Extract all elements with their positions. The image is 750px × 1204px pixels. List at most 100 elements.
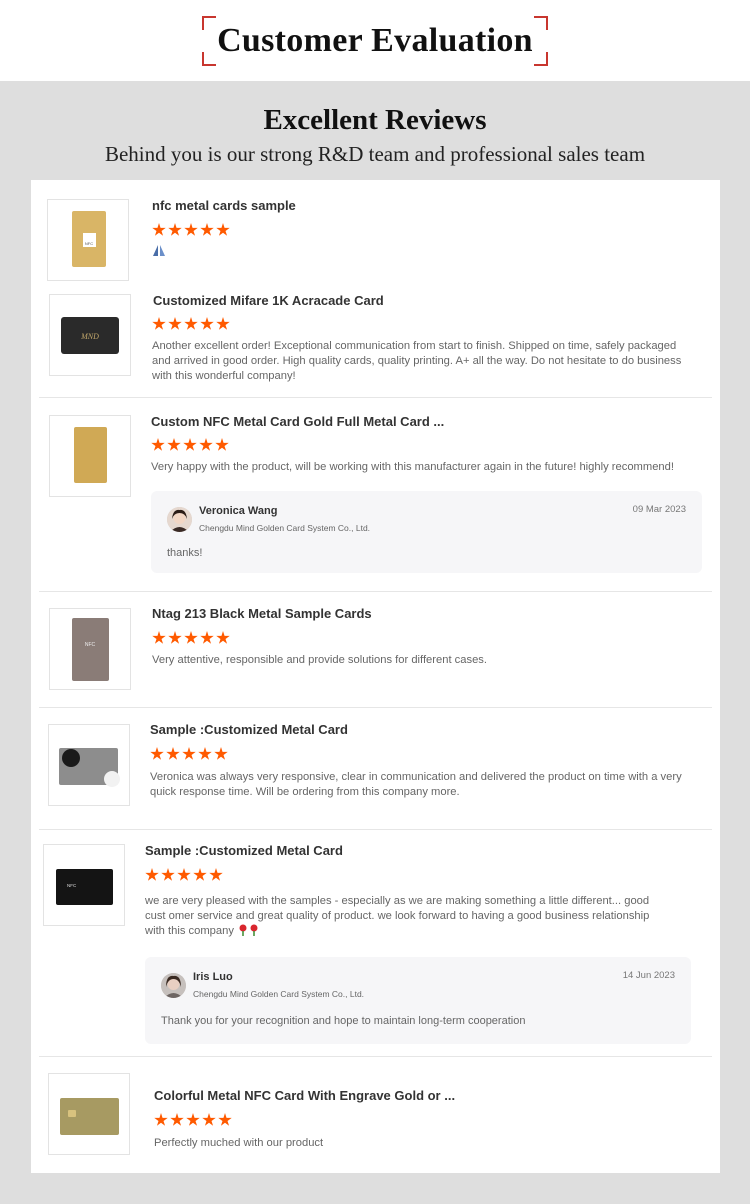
- product-name-link[interactable]: Colorful Metal NFC Card With Engrave Gol…: [154, 1088, 455, 1103]
- section-title: Excellent Reviews: [263, 104, 487, 136]
- review-comment: Perfectly muched with our product: [154, 1137, 324, 1149]
- star-icon: [216, 223, 230, 236]
- star-icon: [161, 868, 175, 881]
- seller-reply: Iris Luo Chengdu Mind Golden Card System…: [145, 957, 691, 1044]
- star-rating: [152, 223, 230, 239]
- star-icon: [218, 1113, 232, 1126]
- reply-date: 09 Mar 2023: [632, 504, 686, 515]
- card-text: NFC: [67, 883, 77, 888]
- star-icon: [183, 438, 197, 451]
- review-item: Sample :Customized Metal Card Veronica w…: [31, 708, 720, 829]
- product-name-link[interactable]: Customized Mifare 1K Acracade Card: [153, 293, 384, 308]
- card-text: MND: [80, 332, 99, 341]
- product-thumbnail[interactable]: [48, 1073, 130, 1155]
- star-icon: [154, 1113, 168, 1126]
- star-icon: [151, 438, 165, 451]
- star-icon: [167, 438, 181, 451]
- title-banner: Customer Evaluation: [0, 0, 750, 81]
- product-name-link[interactable]: Sample :Customized Metal Card: [150, 722, 348, 737]
- star-icon: [216, 631, 230, 644]
- product-name-link[interactable]: nfc metal cards sample: [152, 198, 296, 213]
- section-subtitle: Behind you is our strong R&D team and pr…: [104, 142, 646, 166]
- star-rating: [154, 1113, 232, 1129]
- reply-author-name: Iris Luo: [193, 971, 233, 983]
- star-rating: [151, 438, 229, 454]
- product-name-link[interactable]: Sample :Customized Metal Card: [145, 843, 343, 858]
- star-icon: [200, 223, 214, 236]
- review-item: NFC Ntag 213 Black Metal Sample Cards Ve…: [31, 592, 720, 707]
- review-comment: Very attentive, responsible and provide …: [152, 654, 487, 666]
- star-icon: [184, 223, 198, 236]
- star-icon: [200, 631, 214, 644]
- star-icon: [209, 868, 223, 881]
- product-thumbnail[interactable]: [49, 415, 131, 497]
- star-rating: [150, 747, 228, 763]
- gold-chip-card-image: [60, 1098, 119, 1135]
- star-icon: [182, 747, 196, 760]
- review-item: NFC nfc metal cards sample: [31, 180, 720, 288]
- product-name-link[interactable]: Ntag 213 Black Metal Sample Cards: [152, 606, 372, 621]
- product-thumbnail[interactable]: NFC: [43, 844, 125, 926]
- star-icon: [193, 868, 207, 881]
- seller-reply: Veronica Wang Chengdu Mind Golden Card S…: [151, 491, 702, 573]
- gold-card-image: NFC: [72, 211, 106, 267]
- star-rating: [152, 317, 230, 333]
- reply-text: Thank you for your recognition and hope …: [161, 1015, 526, 1027]
- folded-hands-emoji-icon: [153, 245, 165, 256]
- comment-text: we are very pleased with the samples - e…: [145, 895, 650, 937]
- star-icon: [168, 317, 182, 330]
- review-item: Colorful Metal NFC Card With Engrave Gol…: [31, 1057, 720, 1173]
- star-icon: [150, 747, 164, 760]
- star-icon: [152, 317, 166, 330]
- review-item: Custom NFC Metal Card Gold Full Metal Ca…: [31, 398, 720, 591]
- product-thumbnail[interactable]: NFC: [47, 199, 129, 281]
- star-icon: [152, 223, 166, 236]
- star-icon: [198, 747, 212, 760]
- product-thumbnail[interactable]: NFC: [49, 608, 131, 690]
- star-icon: [166, 747, 180, 760]
- star-icon: [199, 438, 213, 451]
- star-icon: [200, 317, 214, 330]
- star-icon: [214, 747, 228, 760]
- black-card-image: MND: [61, 317, 119, 354]
- review-comment: Another excellent order! Exceptional com…: [152, 340, 682, 382]
- star-icon: [202, 1113, 216, 1126]
- silver-card-image: [59, 748, 120, 787]
- black-nfc-card-image: NFC: [56, 869, 113, 905]
- reply-date: 14 Jun 2023: [622, 970, 675, 981]
- star-icon: [168, 223, 182, 236]
- gold-card-image: [74, 427, 107, 483]
- reply-company: Chengdu Mind Golden Card System Co., Ltd…: [193, 989, 365, 999]
- reply-author-name: Veronica Wang: [199, 505, 278, 517]
- product-thumbnail[interactable]: MND: [49, 294, 131, 376]
- rose-emoji-icon: [239, 924, 258, 936]
- star-icon: [145, 868, 159, 881]
- review-comment: Very happy with the product, will be wor…: [151, 461, 674, 473]
- product-thumbnail[interactable]: [48, 724, 130, 806]
- reply-company: Chengdu Mind Golden Card System Co., Ltd…: [199, 523, 371, 533]
- review-comment: we are very pleased with the samples - e…: [145, 894, 665, 939]
- star-icon: [184, 631, 198, 644]
- star-icon: [184, 317, 198, 330]
- reviews-panel: NFC nfc metal cards sample MND Customize…: [31, 180, 720, 1173]
- star-rating: [152, 631, 230, 647]
- review-item: MND Customized Mifare 1K Acracade Card A…: [31, 288, 720, 398]
- star-icon: [152, 631, 166, 644]
- star-icon: [177, 868, 191, 881]
- star-icon: [216, 317, 230, 330]
- star-icon: [186, 1113, 200, 1126]
- card-text: NFC: [85, 642, 96, 648]
- reply-text: thanks!: [167, 547, 203, 559]
- review-comment: Veronica was always very responsive, cle…: [150, 771, 682, 798]
- brushed-metal-card-image: NFC: [72, 618, 109, 681]
- star-icon: [215, 438, 229, 451]
- title-frame: Customer Evaluation: [202, 16, 548, 66]
- product-name-link[interactable]: Custom NFC Metal Card Gold Full Metal Ca…: [151, 414, 444, 429]
- page-title: Customer Evaluation: [217, 22, 533, 59]
- star-rating: [145, 868, 223, 884]
- star-icon: [168, 631, 182, 644]
- avatar: [161, 973, 186, 998]
- star-icon: [170, 1113, 184, 1126]
- review-item: NFC Sample :Customized Metal Card we are…: [31, 830, 720, 1056]
- card-text: NFC: [85, 241, 93, 246]
